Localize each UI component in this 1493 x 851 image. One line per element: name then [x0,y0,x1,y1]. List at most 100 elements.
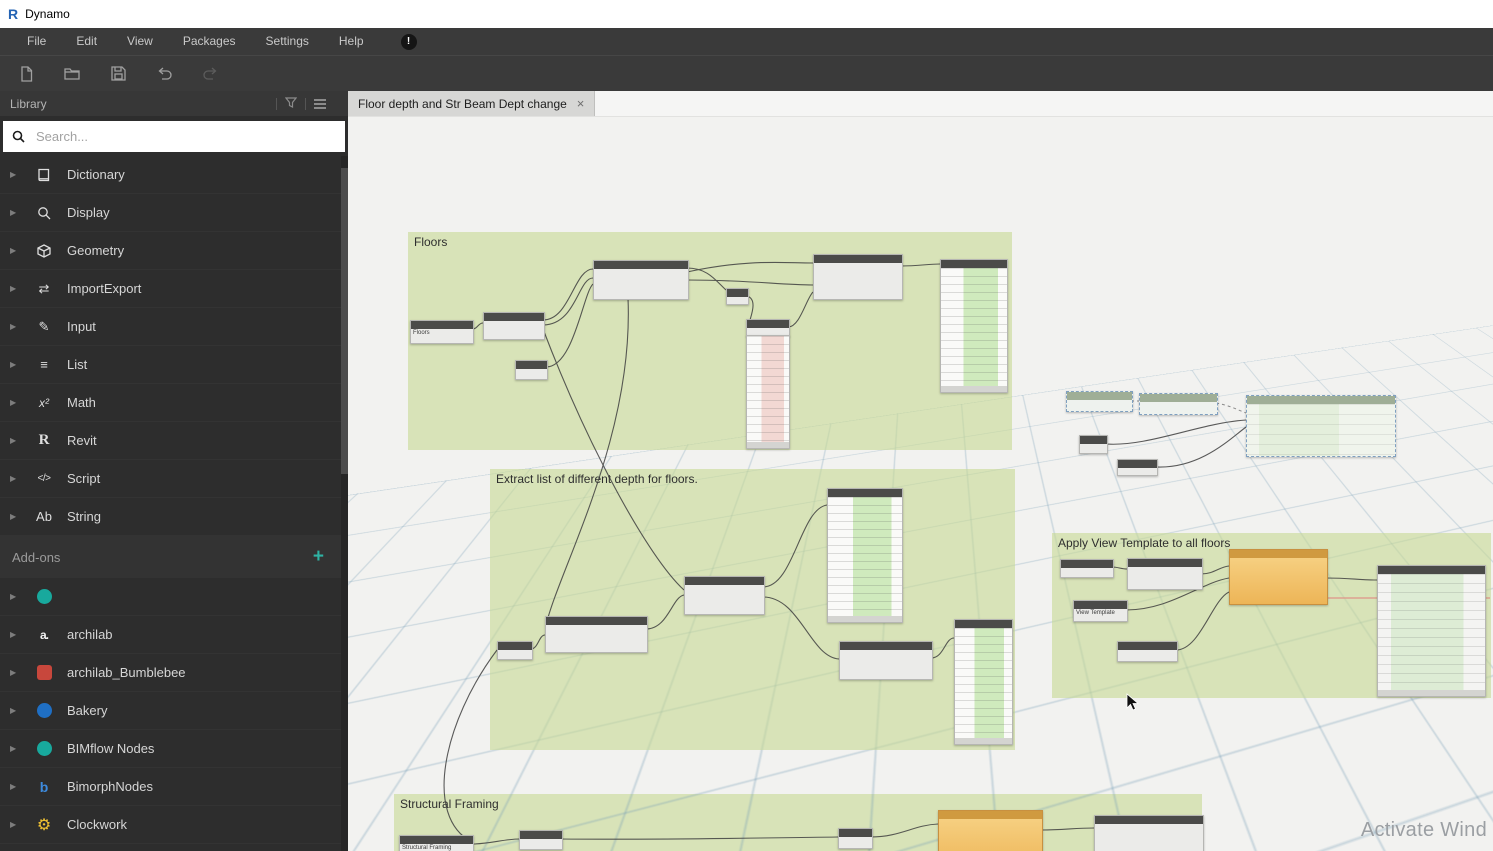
redo-icon[interactable] [202,65,219,82]
selected-node[interactable] [1139,393,1218,415]
title-bar: R Dynamo [0,0,1493,28]
add-package-button[interactable]: + [313,546,324,568]
graph-node[interactable] [684,576,765,615]
group-floors[interactable]: Floors [408,232,1012,450]
addons-title: Add-ons [12,550,60,565]
watch-list-node[interactable] [954,619,1013,745]
graph-node[interactable] [813,254,903,300]
graph-node[interactable] [545,616,648,653]
search-icon [12,130,25,143]
menu-edit[interactable]: Edit [61,28,112,55]
dynamo-window: R Dynamo File Edit View Packages Setting… [0,0,1493,851]
graph-node[interactable] [839,641,933,680]
bumblebee-icon [33,665,55,680]
expand-arrow-icon [10,360,25,369]
graph-node[interactable] [1127,558,1203,590]
group-structural-framing[interactable]: Structural Framing [394,794,1202,851]
node-header [411,321,473,329]
custom-node[interactable] [938,810,1043,851]
sidebar-item-geometry[interactable]: Geometry [0,232,348,270]
graph-node[interactable] [1060,559,1114,578]
sidebar-item-clockwork[interactable]: ⚙ Clockwork [0,806,348,844]
activate-windows-watermark: Activate Wind [1361,819,1487,842]
group-title: Extract list of different depth for floo… [490,469,1015,489]
input-pencil-icon: ✎ [33,319,55,335]
watch-list-values [1378,574,1485,690]
sidebar-item-string[interactable]: Ab String [0,498,348,536]
menu-view[interactable]: View [112,28,168,55]
sidebar-item-package[interactable] [0,578,348,616]
sidebar-item-revit[interactable]: R Revit [0,422,348,460]
watch-list-node[interactable] [746,335,790,449]
graph-node[interactable] [726,288,749,305]
graph-node[interactable] [519,830,563,850]
sidebar-item-list[interactable]: ≡ List [0,346,348,384]
sidebar-item-label: archilab_Bumblebee [67,665,186,680]
node-structural-framing-selector[interactable]: Structural Framing [399,835,474,851]
expand-arrow-icon [10,322,25,331]
library-panel: Library Search... ▶ Dictionary ▶ Display… [0,91,348,851]
sidebar-item-bakery[interactable]: Bakery [0,692,348,730]
graph-node[interactable] [1079,435,1108,454]
new-file-icon[interactable] [18,65,35,82]
node-floors-selector[interactable]: Floors [410,320,474,344]
library-title: Library [10,97,47,111]
sidebar-item-display[interactable]: Display [0,194,348,232]
watch-list-node[interactable] [1377,565,1486,697]
sidebar-item-importexport[interactable]: ⇄ ImportExport [0,270,348,308]
notification-alert-icon[interactable]: ! [401,34,417,50]
bimflow-icon [33,741,55,756]
sidebar-item-label: Clockwork [67,817,127,832]
graph-node[interactable] [838,828,873,849]
undo-icon[interactable] [156,65,173,82]
display-magnifier-icon [33,206,55,220]
search-input[interactable] [34,128,336,145]
library-scrollbar[interactable] [341,156,348,851]
expand-arrow-icon [10,208,25,217]
tab-floor-depth[interactable]: Floor depth and Str Beam Dept change × [348,91,595,116]
expand-arrow-icon [10,820,25,829]
graph-node[interactable] [1117,459,1158,476]
close-icon[interactable]: × [577,96,585,111]
sidebar-item-input[interactable]: ✎ Input [0,308,348,346]
save-icon[interactable] [110,65,127,82]
graph-canvas[interactable]: Floors Extract list of different depth f… [348,117,1493,851]
sidebar-item-label: BIMflow Nodes [67,741,154,756]
menu-settings[interactable]: Settings [251,28,324,55]
menu-help[interactable]: Help [324,28,379,55]
filter-icon[interactable] [285,97,297,111]
sidebar-item-math[interactable]: x² Math [0,384,348,422]
open-file-icon[interactable] [64,65,81,82]
graph-node[interactable] [515,360,548,380]
sidebar-item-label: archilab [67,627,113,642]
scrollbar-thumb[interactable] [341,168,348,474]
graph-node[interactable] [593,260,689,300]
expand-arrow-icon [10,512,25,521]
sidebar-item-label: BimorphNodes [67,779,153,794]
selected-node[interactable] [1246,395,1396,457]
sidebar-item-bimorphnodes[interactable]: b BimorphNodes [0,768,348,806]
sidebar-item-script[interactable]: </> Script [0,460,348,498]
archilab-icon: a. [33,628,55,642]
sidebar-item-bimflow-nodes[interactable]: BIMflow Nodes [0,730,348,768]
menu-bar: File Edit View Packages Settings Help ! [0,28,1493,55]
sidebar-item-archilab-bumblebee[interactable]: archilab_Bumblebee [0,654,348,692]
expand-arrow-icon [10,474,25,483]
sidebar-item-core[interactable]: Core [0,844,348,851]
graph-node[interactable] [483,312,545,340]
watch-list-node[interactable] [940,259,1008,393]
sidebar-item-archilab[interactable]: a. archilab [0,616,348,654]
node-label: Floors [411,329,473,343]
graph-node[interactable] [497,641,533,660]
watch-list-values [941,268,1007,386]
watch-list-node[interactable] [827,488,903,623]
custom-node[interactable] [1229,549,1328,605]
menu-packages[interactable]: Packages [168,28,251,55]
graph-node[interactable] [1094,815,1204,851]
selected-node[interactable] [1066,391,1133,412]
sidebar-item-dictionary[interactable]: Dictionary [0,156,348,194]
node-view-template-string[interactable]: View Template [1073,600,1128,622]
graph-node[interactable] [1117,641,1178,662]
library-menu-icon[interactable] [314,99,326,109]
menu-file[interactable]: File [12,28,61,55]
